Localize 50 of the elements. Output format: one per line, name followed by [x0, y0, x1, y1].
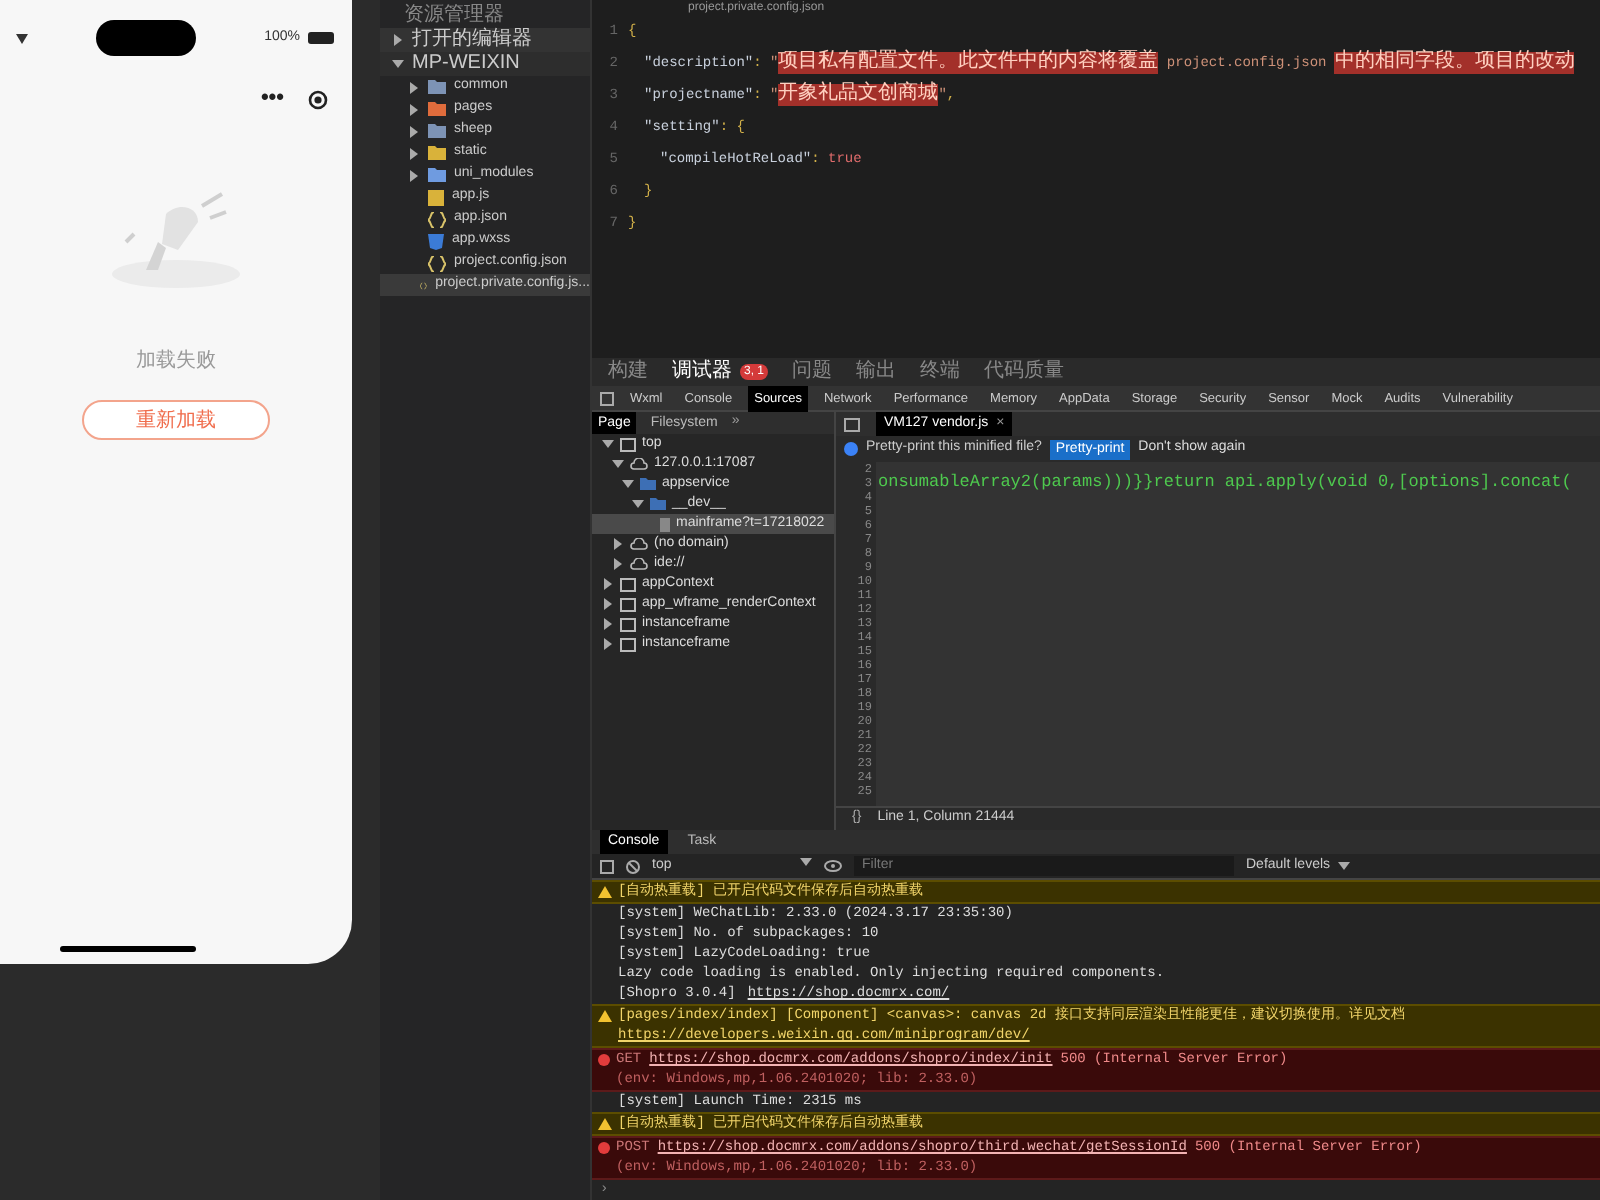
- section-header[interactable]: MP-WEIXIN: [380, 52, 590, 76]
- caret-down-icon[interactable]: [800, 855, 812, 868]
- caret-down-icon[interactable]: [632, 498, 644, 511]
- eye-icon[interactable]: [824, 860, 842, 872]
- warning-icon: [598, 886, 612, 898]
- sidebar-toggle-icon[interactable]: [600, 859, 614, 873]
- caret-right-icon[interactable]: [602, 618, 614, 631]
- braces-icon: [428, 211, 446, 227]
- caret-right-icon[interactable]: [602, 578, 614, 591]
- explorer-title: 资源管理器: [402, 4, 506, 27]
- info-icon: [844, 442, 858, 457]
- wifi-icon: [16, 33, 28, 43]
- sidebar-toggle-icon[interactable]: [844, 417, 860, 432]
- section-header[interactable]: 打开的编辑器: [380, 28, 590, 52]
- frame-icon: [620, 437, 636, 452]
- stylesheet-file-icon: [428, 233, 444, 249]
- caret-down-icon[interactable]: [602, 438, 614, 451]
- inspect-icon[interactable]: [600, 391, 614, 406]
- caret-down-icon[interactable]: [1338, 860, 1351, 872]
- caret-down-icon[interactable]: [622, 478, 634, 491]
- broken-plug-drawing: [106, 190, 246, 290]
- braces-icon: [420, 277, 428, 293]
- caret-right-icon[interactable]: [392, 34, 404, 46]
- target-icon[interactable]: [308, 89, 328, 109]
- debug-tab[interactable]: 代码质量: [984, 360, 1065, 385]
- warning-icon: [598, 1118, 612, 1130]
- caret-right-icon[interactable]: [612, 558, 624, 571]
- error-icon: [598, 1142, 610, 1154]
- cloud-icon: [630, 458, 648, 471]
- load-failed-text: 加载失败: [136, 347, 216, 376]
- error-icon: [598, 1054, 610, 1066]
- battery-icon: [308, 32, 336, 44]
- warning-icon: [598, 1010, 612, 1022]
- debug-tab[interactable]: 构建: [608, 360, 648, 385]
- caret-down-icon[interactable]: [392, 58, 404, 70]
- clear-console-icon[interactable]: [626, 859, 640, 873]
- script-file-icon: [428, 189, 444, 205]
- home-indicator: [60, 946, 196, 952]
- caret-right-icon[interactable]: [612, 538, 624, 551]
- debug-tab[interactable]: 输出: [856, 360, 897, 385]
- more-button[interactable]: •••: [260, 88, 284, 110]
- debug-tab[interactable]: 终端: [920, 360, 961, 385]
- debug-tab[interactable]: 问题: [792, 360, 833, 385]
- camera-notch: [96, 20, 197, 56]
- caret-right-icon[interactable]: [602, 598, 614, 611]
- caret-down-icon[interactable]: [612, 458, 624, 471]
- braces-icon: [428, 255, 446, 271]
- file-icon: [660, 517, 670, 532]
- code-line: onsumableArray2(params)))}}return api.apply(void 0,[options].concat(: [878, 476, 1574, 491]
- caret-right-icon[interactable]: [602, 638, 614, 651]
